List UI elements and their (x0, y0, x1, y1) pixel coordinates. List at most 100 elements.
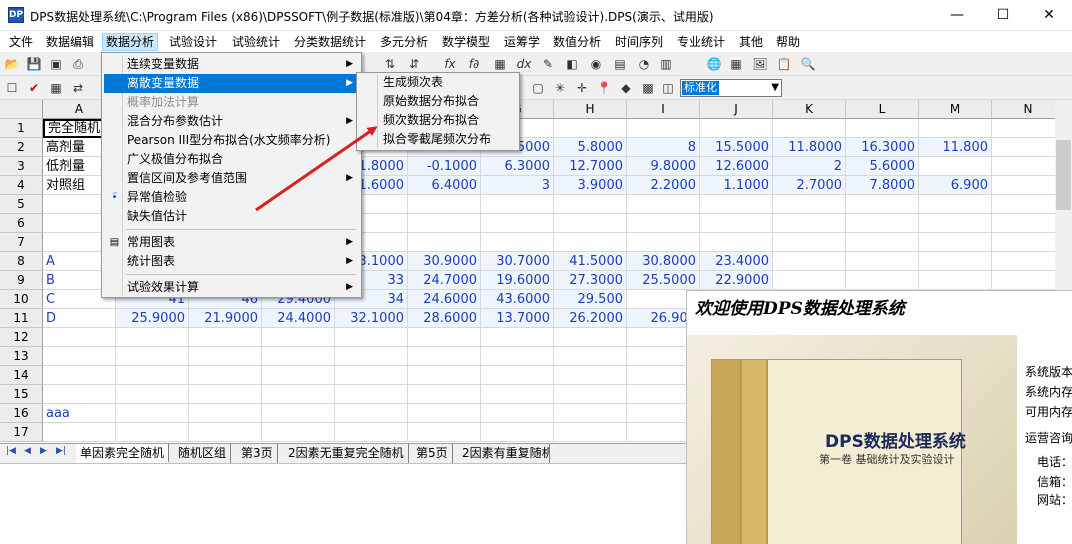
row-header-7[interactable]: 7 (0, 233, 43, 252)
row-header-10[interactable]: 10 (0, 290, 43, 309)
cell-i9[interactable]: 25.5000 (627, 271, 700, 290)
cell-h7[interactable] (554, 233, 627, 252)
cell-h6[interactable] (554, 214, 627, 233)
menu-item-gev[interactable]: 广义极值分布拟合 (104, 150, 359, 169)
sheet-tab-1[interactable]: 单因素完全随机 (76, 444, 170, 463)
cell-a14[interactable] (43, 366, 116, 385)
sort-descending-icon[interactable]: ⇵ (406, 56, 422, 72)
cell-k5[interactable] (773, 195, 846, 214)
cell-f11[interactable]: 28.6000 (408, 309, 481, 328)
prev-sheet-icon[interactable]: ◀ (24, 446, 31, 456)
cell-b16[interactable] (116, 404, 189, 423)
cell-e15[interactable] (335, 385, 408, 404)
cell-c11[interactable]: 21.9000 (189, 309, 262, 328)
cell-m7[interactable] (919, 233, 992, 252)
cell-n1[interactable] (992, 119, 1055, 138)
cell-f16[interactable] (408, 404, 481, 423)
cell-c14[interactable] (189, 366, 262, 385)
cell-h9[interactable]: 27.3000 (554, 271, 627, 290)
menu-operations-research[interactable]: 运筹学 (501, 33, 543, 51)
cell-h4[interactable]: 3.9000 (554, 176, 627, 195)
menu-experiment-design[interactable]: 试验设计 (166, 33, 220, 51)
cell-j3[interactable]: 12.6000 (700, 157, 773, 176)
shapes-icon[interactable]: ◆ (618, 80, 634, 96)
cell-g4[interactable]: 3 (481, 176, 554, 195)
cell-j7[interactable] (700, 233, 773, 252)
cell-i4[interactable]: 2.2000 (627, 176, 700, 195)
cell-g3[interactable]: 6.3000 (481, 157, 554, 176)
menu-multivariate[interactable]: 多元分析 (377, 33, 431, 51)
menu-item-outlier[interactable]: •̈ 异常值检验 (104, 188, 359, 207)
cell-j2[interactable]: 15.5000 (700, 138, 773, 157)
cell-f5[interactable] (408, 195, 481, 214)
function-icon[interactable]: fx (442, 56, 458, 72)
cell-k2[interactable]: 11.8000 (773, 138, 846, 157)
row-header-9[interactable]: 9 (0, 271, 43, 290)
row-header-11[interactable]: 11 (0, 309, 43, 328)
cell-n3[interactable] (992, 157, 1055, 176)
cell-m6[interactable] (919, 214, 992, 233)
cell-b17[interactable] (116, 423, 189, 442)
cell-k4[interactable]: 2.7000 (773, 176, 846, 195)
menu-item-common-charts[interactable]: ▤ 常用图表 ▶ (104, 233, 359, 252)
cell-i5[interactable] (627, 195, 700, 214)
clipboard-icon[interactable]: 📋 (776, 56, 792, 72)
cell-f9[interactable]: 24.7000 (408, 271, 481, 290)
distribution-icon[interactable]: ◔ (636, 56, 652, 72)
column-header-j[interactable]: J (700, 100, 773, 119)
cell-a12[interactable] (43, 328, 116, 347)
grid-corner[interactable] (0, 100, 43, 119)
menu-item-missing[interactable]: 缺失值估计 (104, 207, 359, 226)
menu-data-analysis[interactable]: 数据分析 (102, 33, 159, 51)
cell-h17[interactable] (554, 423, 627, 442)
cell-l8[interactable] (846, 252, 919, 271)
cell-b12[interactable] (116, 328, 189, 347)
cell-l2[interactable]: 16.3000 (846, 138, 919, 157)
cell-b11[interactable]: 25.9000 (116, 309, 189, 328)
cell-m2[interactable]: 11.800 (919, 138, 992, 157)
cell-a17[interactable] (43, 423, 116, 442)
cell-g13[interactable] (481, 347, 554, 366)
cell-l7[interactable] (846, 233, 919, 252)
cell-b14[interactable] (116, 366, 189, 385)
chart-wizard-icon[interactable]: ▦ (492, 56, 508, 72)
cell-h1[interactable] (554, 119, 627, 138)
cell-l3[interactable]: 5.6000 (846, 157, 919, 176)
cell-e16[interactable] (335, 404, 408, 423)
cell-h16[interactable] (554, 404, 627, 423)
cell-k7[interactable] (773, 233, 846, 252)
last-sheet-icon[interactable]: ▶| (56, 446, 66, 456)
cell-d14[interactable] (262, 366, 335, 385)
cell-i3[interactable]: 9.8000 (627, 157, 700, 176)
cell-j8[interactable]: 23.4000 (700, 252, 773, 271)
cell-c12[interactable] (189, 328, 262, 347)
cell-a15[interactable] (43, 385, 116, 404)
cell-c16[interactable] (189, 404, 262, 423)
cell-l1[interactable] (846, 119, 919, 138)
cell-f10[interactable]: 24.6000 (408, 290, 481, 309)
frame-icon[interactable]: ▢ (530, 80, 546, 96)
menu-time-series[interactable]: 时间序列 (612, 33, 666, 51)
menu-item-discrete[interactable]: 离散变量数据 ▶ (104, 74, 359, 93)
column-header-h[interactable]: H (554, 100, 627, 119)
cell-g15[interactable] (481, 385, 554, 404)
open-folder-icon[interactable]: 📂 (4, 56, 20, 72)
cell-g6[interactable] (481, 214, 554, 233)
cell-m5[interactable] (919, 195, 992, 214)
cell-i6[interactable] (627, 214, 700, 233)
cell-j6[interactable] (700, 214, 773, 233)
cell-g14[interactable] (481, 366, 554, 385)
cell-f6[interactable] (408, 214, 481, 233)
cell-c15[interactable] (189, 385, 262, 404)
cell-n7[interactable] (992, 233, 1055, 252)
pin-icon[interactable]: 📍 (596, 80, 612, 96)
cell-e12[interactable] (335, 328, 408, 347)
cell-n2[interactable] (992, 138, 1055, 157)
cell-f13[interactable] (408, 347, 481, 366)
row-header-5[interactable]: 5 (0, 195, 43, 214)
cell-i2[interactable]: 8 (627, 138, 700, 157)
row-header-14[interactable]: 14 (0, 366, 43, 385)
cell-g8[interactable]: 30.7000 (481, 252, 554, 271)
cell-d11[interactable]: 24.4000 (262, 309, 335, 328)
cell-g11[interactable]: 13.7000 (481, 309, 554, 328)
